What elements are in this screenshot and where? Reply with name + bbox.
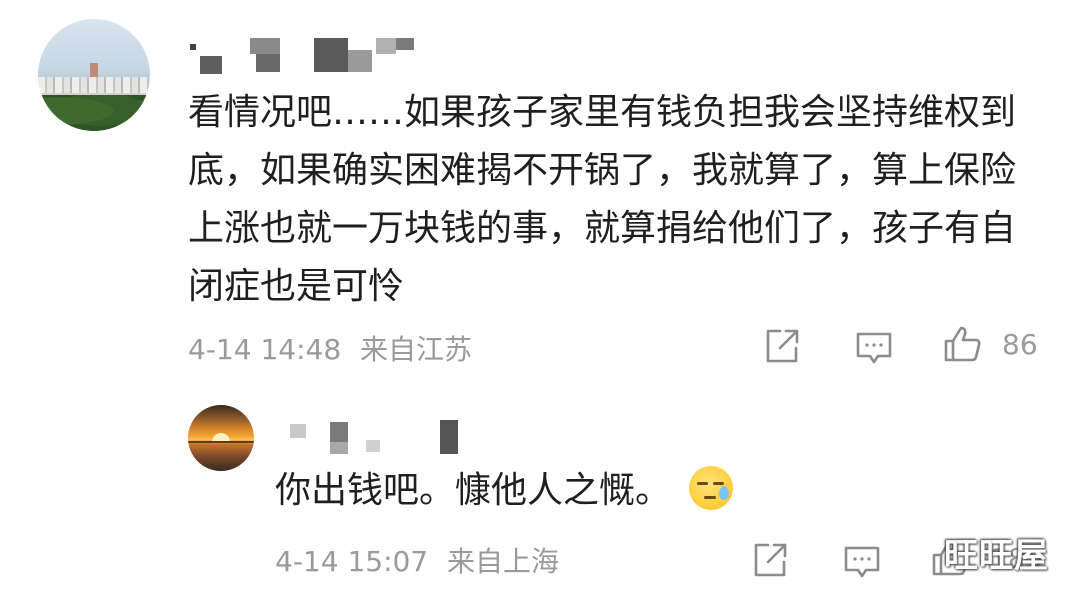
like-count: 86 <box>1002 328 1038 361</box>
avatar-horizon-shape <box>188 441 254 443</box>
commenter-username-blurred[interactable] <box>190 38 430 78</box>
reply-text: 你出钱吧。慷他人之慨。 <box>275 470 672 511</box>
comment-icon[interactable] <box>854 328 894 368</box>
avatar-buildings-shape <box>38 77 150 93</box>
comment-timestamp: 4-14 14:48 <box>188 333 342 366</box>
avatar-trees-shape <box>38 95 150 131</box>
share-icon[interactable] <box>762 326 802 366</box>
sweat-emoji-icon <box>689 466 734 510</box>
reply-share-icon[interactable] <box>750 540 790 580</box>
comment-thread: 看情况吧……如果孩子家里有钱负担我会坚持维权到底，如果确实困难揭不开锅了，我就算… <box>0 0 1080 591</box>
reply-body: 你出钱吧。慷他人之慨。 <box>275 466 734 516</box>
replier-avatar[interactable] <box>188 405 254 471</box>
commenter-avatar[interactable] <box>38 19 150 131</box>
replier-username-blurred[interactable] <box>290 418 490 458</box>
reply-location: 来自上海 <box>447 545 560 578</box>
comment-meta: 4-14 14:48 来自江苏 <box>188 328 472 368</box>
thumbs-up-icon[interactable] <box>942 324 982 364</box>
comment-location: 来自江苏 <box>360 333 473 366</box>
site-watermark: 旺旺屋 <box>944 536 1049 576</box>
reply-comment-icon[interactable] <box>842 542 882 582</box>
reply-meta: 4-14 15:07 来自上海 <box>275 540 559 580</box>
comment-body: 看情况吧……如果孩子家里有钱负担我会坚持维权到底，如果确实困难揭不开锅了，我就算… <box>188 92 1017 307</box>
reply-timestamp: 4-14 15:07 <box>275 545 429 578</box>
